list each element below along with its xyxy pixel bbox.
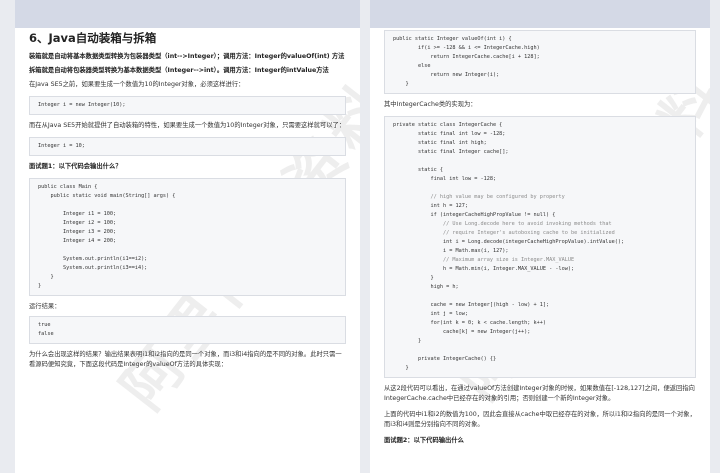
analysis-text: 从这2段代码可以看出，在通过valueOf方法创建Integer对象的时候，如果… <box>384 385 695 402</box>
page-header-band <box>15 0 360 28</box>
code-line: int j = low; <box>393 311 468 317</box>
code-line: // high value may be configured by prope… <box>393 194 565 200</box>
code-line: Integer i = new Integer(10); <box>38 102 126 108</box>
code-line: static final int low = -128; <box>393 131 506 137</box>
code-line: // Maximum array size is Integer.MAX_VAL… <box>393 257 575 263</box>
unboxing-definition: 拆箱就是自动将包装器类型转换为基本数据类型（Integer-->int）。调用方… <box>29 67 329 74</box>
boxing-definition: 装箱就是自动将基本数据类型转换为包装器类型（int-->Integer）；调用方… <box>29 53 345 60</box>
code-line: private IntegerCache() {} <box>393 356 497 362</box>
code-line: int i = Long.decode(integerCacheHighProp… <box>393 239 625 245</box>
code-line: Integer i2 = 100; <box>38 220 117 226</box>
code-line: for(int k = 0; k < cache.length; k++) <box>393 320 547 326</box>
code-line: System.out.println(i1==i2); <box>38 256 148 262</box>
question-1-heading: 面试题1：以下代码会输出什么？ <box>29 163 122 170</box>
code-line: private static class IntegerCache { <box>393 122 503 128</box>
code-line: static final Integer cache[]; <box>393 149 509 155</box>
code-line: true <box>38 322 51 328</box>
code-line: static { <box>393 167 443 173</box>
code-line: return new Integer(i); <box>393 72 500 78</box>
question-2-heading: 面试题2：以下代码输出什么 <box>384 437 464 444</box>
code-line: final int low = -128; <box>393 176 497 182</box>
code-line: public static void main(String[] args) { <box>38 193 176 199</box>
code-line: } <box>393 275 434 281</box>
code-line: int h = 127; <box>393 203 468 209</box>
section-title: 6、Java自动装箱与拆箱 <box>29 31 157 45</box>
code-line: i = Math.max(i, 127); <box>393 248 509 254</box>
code-block-new-integer: Integer i = new Integer(10); <box>29 96 346 115</box>
code-line: } <box>393 365 409 371</box>
left-page: 阿里内部资料 6、Java自动装箱与拆箱 装箱就是自动将基本数据类型转换为包装器… <box>15 0 360 473</box>
code-block-valueof: public static Integer valueOf(int i) { i… <box>384 30 696 94</box>
se5-before-text: 在Java SE5之前，如果要生成一个数值为10的Integer对象，必须这样进… <box>29 81 245 88</box>
code-line: high = h; <box>393 284 459 290</box>
code-block-main: public class Main { public static void m… <box>29 178 346 296</box>
code-block-output: true false <box>29 316 346 344</box>
right-content: public static Integer valueOf(int i) { i… <box>384 30 696 446</box>
code-line: return IntegerCache.cache[i + 128]; <box>393 54 540 60</box>
code-line: Integer i1 = 100; <box>38 211 117 217</box>
code-line: public class Main { <box>38 184 98 190</box>
code-line: Integer i3 = 200; <box>38 229 117 235</box>
code-line: } <box>38 274 54 280</box>
cache-impl-text: 其中IntegerCache类的实现为： <box>384 101 477 108</box>
code-line: // Use Long.decode here to avoid invokin… <box>393 221 612 227</box>
right-page: 阿里内部资料 public static Integer valueOf(int… <box>370 0 710 473</box>
code-line: else <box>393 63 431 69</box>
code-block-integer-cache: private static class IntegerCache { stat… <box>384 116 696 378</box>
code-line: Integer i4 = 200; <box>38 238 117 244</box>
code-line: cache[k] = new Integer(j++); <box>393 329 531 335</box>
code-line: } <box>38 283 42 289</box>
code-line: } <box>393 81 409 87</box>
code-line: if (integerCacheHighPropValue != null) { <box>393 212 556 218</box>
code-block-autobox: Integer i = 10; <box>29 137 346 156</box>
code-line: // require Integer's autoboxing cache to… <box>393 230 615 236</box>
why-explanation: 为什么会出现这样的结果？输出结果表明i1和i2指向的是同一个对象，而i3和i4指… <box>29 351 342 368</box>
result-label: 运行结果： <box>29 303 61 310</box>
code-line: cache = new Integer[(high - low) + 1]; <box>393 302 550 308</box>
conclusion-text: 上面的代码中i1和i2的数值为100，因此会直接从cache中取已经存在的对象，… <box>384 411 696 428</box>
page-header-band <box>370 0 710 28</box>
code-line: } <box>393 338 422 344</box>
code-line: if(i >= -128 && i <= IntegerCache.high) <box>393 45 540 51</box>
code-line: false <box>38 331 54 337</box>
se5-after-text: 而在从Java SE5开始就提供了自动装箱的特性，如果要生成一个数值为10的In… <box>29 122 346 129</box>
code-line: static final int high; <box>393 140 487 146</box>
code-line: public static Integer valueOf(int i) { <box>393 36 512 42</box>
code-line: Integer i = 10; <box>38 143 85 149</box>
left-content: 6、Java自动装箱与拆箱 装箱就是自动将基本数据类型转换为包装器类型（int-… <box>29 30 346 370</box>
code-line: System.out.println(i3==i4); <box>38 265 148 271</box>
code-line: h = Math.min(i, Integer.MAX_VALUE - -low… <box>393 266 575 272</box>
